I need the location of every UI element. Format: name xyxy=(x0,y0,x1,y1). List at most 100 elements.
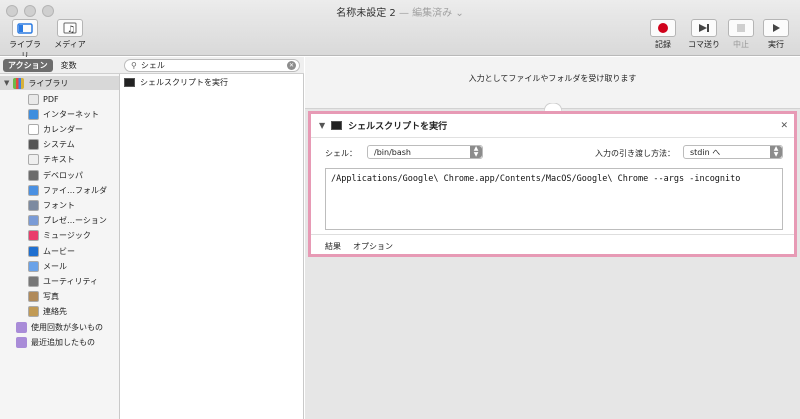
step-toolbar-button[interactable]: コマ送り xyxy=(684,19,724,50)
window-title-text: 名称未設定 2 xyxy=(336,8,396,19)
search-value: シェル xyxy=(140,61,165,70)
action-header: ▼ シェルスクリプトを実行 ✕ xyxy=(311,114,794,138)
shell-label: シェル： xyxy=(325,149,357,158)
workflow-input-text: 入力としてファイルやフォルダを受け取ります xyxy=(468,74,637,83)
select-arrows-icon: ▲ ▼ xyxy=(470,146,482,158)
sidebar-item[interactable]: カレンダー xyxy=(28,122,83,136)
library-toolbar-button[interactable]: ライブラリ xyxy=(6,19,44,61)
disclosure-down-icon[interactable]: ▼ xyxy=(4,79,9,87)
input-method-select[interactable]: stdin へ ▲ ▼ xyxy=(683,145,783,159)
disclosure-down-icon[interactable]: ▼ xyxy=(319,121,325,130)
terminal-icon xyxy=(124,78,135,87)
sidebar-item[interactable]: テキスト xyxy=(28,153,75,167)
sidebar-item[interactable]: フォント xyxy=(28,198,75,212)
svg-text:♫: ♫ xyxy=(67,25,75,34)
sidebar-item-label: システム xyxy=(43,140,75,150)
sidebar-item[interactable]: PDF xyxy=(28,92,59,106)
window-title: 名称未設定 2 — 編集済み ⌄ xyxy=(0,4,800,19)
text-icon xyxy=(28,154,39,166)
sidebar-item[interactable]: 連絡先 xyxy=(28,305,67,319)
smart-folder-item[interactable]: 使用回数が多いもの xyxy=(16,320,103,334)
utility-icon xyxy=(28,275,39,287)
sidebar-item-label: ユーティリティ xyxy=(43,276,99,286)
music-icon xyxy=(28,230,39,242)
results-tab[interactable]: 結果 xyxy=(325,241,341,252)
sidebar-item[interactable]: ユーティリティ xyxy=(28,274,98,288)
font-icon xyxy=(28,199,39,211)
run-shell-script-action[interactable]: ▼ シェルスクリプトを実行 ✕ シェル： /bin/bash ▲ ▼ 入力の引き渡… xyxy=(308,111,797,257)
clear-search-icon[interactable]: ✕ xyxy=(287,61,296,70)
input-method-label: 入力の引き渡し方法： xyxy=(595,149,675,158)
sidebar-item[interactable]: ムービー xyxy=(28,244,75,258)
result-run-shell-script[interactable]: シェルスクリプトを実行 xyxy=(124,77,228,88)
smart-folder-icon xyxy=(16,321,27,333)
library-root-item[interactable]: ▼ ライブラリ xyxy=(0,76,119,90)
action-footer-tabs: 結果 オプション xyxy=(311,234,794,254)
sidebar-item-label: ミュージック xyxy=(43,231,91,241)
library-icon xyxy=(13,77,25,89)
library-segmented-control: アクション 変数 xyxy=(0,57,120,74)
sidebar-item-label: フォント xyxy=(43,200,75,210)
run-toolbar-label: 実行 xyxy=(768,40,784,49)
sidebar-item-label: テキスト xyxy=(43,155,75,165)
sidebar-item[interactable]: ファイ…フォルダ xyxy=(28,183,107,197)
action-title: シェルスクリプトを実行 xyxy=(348,122,448,132)
select-arrows-icon: ▲ ▼ xyxy=(770,146,782,158)
smart-folder-item[interactable]: 最近追加したもの xyxy=(16,335,95,349)
variables-tab[interactable]: 変数 xyxy=(56,59,82,72)
search-bar: ⚲ シェル ✕ xyxy=(120,57,304,74)
actions-tab[interactable]: アクション xyxy=(3,58,53,72)
smart-folder-icon xyxy=(16,336,27,348)
workflow-input-area: 入力としてファイルやフォルダを受け取ります xyxy=(305,57,800,113)
sidebar-item[interactable]: 写真 xyxy=(28,290,59,304)
photo-icon xyxy=(28,291,39,303)
sidebar-item-label: 連絡先 xyxy=(43,307,67,317)
shell-select[interactable]: /bin/bash ▲ ▼ xyxy=(367,145,483,159)
window-title-status[interactable]: — 編集済み ⌄ xyxy=(399,8,464,19)
sidebar-item-label: カレンダー xyxy=(43,124,83,134)
action-options-row: シェル： /bin/bash ▲ ▼ 入力の引き渡し方法： stdin へ ▲ ▼ xyxy=(311,142,794,162)
run-toolbar-button[interactable]: 実行 xyxy=(762,19,790,50)
movie-icon xyxy=(28,245,39,257)
script-editor[interactable]: /Applications/Google\ Chrome.app/Content… xyxy=(325,168,783,230)
workflow-area[interactable]: 入力としてファイルやフォルダを受け取ります ▼ シェルスクリプトを実行 ✕ シェ… xyxy=(305,57,800,419)
input-method-value: stdin へ xyxy=(690,147,721,157)
record-toolbar-button[interactable]: 記録 xyxy=(646,19,680,50)
search-input[interactable]: ⚲ シェル ✕ xyxy=(124,59,300,72)
pdf-icon xyxy=(28,93,39,105)
sidebar-item-label: インターネット xyxy=(43,109,99,119)
sidebar-item-label: 写真 xyxy=(43,292,59,302)
close-action-icon[interactable]: ✕ xyxy=(780,121,788,131)
sidebar-item[interactable]: インターネット xyxy=(28,107,99,121)
sidebar-item-label: PDF xyxy=(43,94,59,104)
sidebar-item-label: ファイ…フォルダ xyxy=(43,185,107,195)
internet-icon xyxy=(28,108,39,120)
library-list: ▼ ライブラリ PDF インターネット カレンダーシステムテキストデベロッパファイ…… xyxy=(0,74,120,419)
sidebar-item[interactable]: デベロッパ xyxy=(28,168,83,182)
sidebar-item[interactable]: プレゼ…ーション xyxy=(28,214,107,228)
media-toolbar-button[interactable]: ♫ メディア xyxy=(52,19,88,50)
smart-folder-label: 使用回数が多いもの xyxy=(31,322,103,332)
contacts-icon xyxy=(28,306,39,318)
developer-icon xyxy=(28,169,39,181)
system-icon xyxy=(28,139,39,151)
record-icon xyxy=(650,19,676,37)
play-icon xyxy=(763,19,789,37)
step-icon xyxy=(691,19,717,37)
sidebar-item-label: ムービー xyxy=(43,246,75,256)
sidebar-item[interactable]: ミュージック xyxy=(28,229,91,243)
calendar-icon xyxy=(28,123,39,135)
sidebar-item[interactable]: メール xyxy=(28,259,67,273)
search-icon: ⚲ xyxy=(131,61,137,70)
sidebar-item-label: プレゼ…ーション xyxy=(43,216,107,226)
sidebar-item-label: メール xyxy=(43,261,67,271)
result-label: シェルスクリプトを実行 xyxy=(140,78,228,87)
library-root-label: ライブラリ xyxy=(28,78,69,88)
media-toolbar-label: メディア xyxy=(54,40,86,49)
stop-toolbar-label: 中止 xyxy=(733,40,749,49)
stop-toolbar-button[interactable]: 中止 xyxy=(728,19,754,50)
options-tab[interactable]: オプション xyxy=(353,241,393,252)
sidebar-item[interactable]: システム xyxy=(28,138,75,152)
sidebar-item-label: デベロッパ xyxy=(43,170,83,180)
stop-icon xyxy=(728,19,754,37)
